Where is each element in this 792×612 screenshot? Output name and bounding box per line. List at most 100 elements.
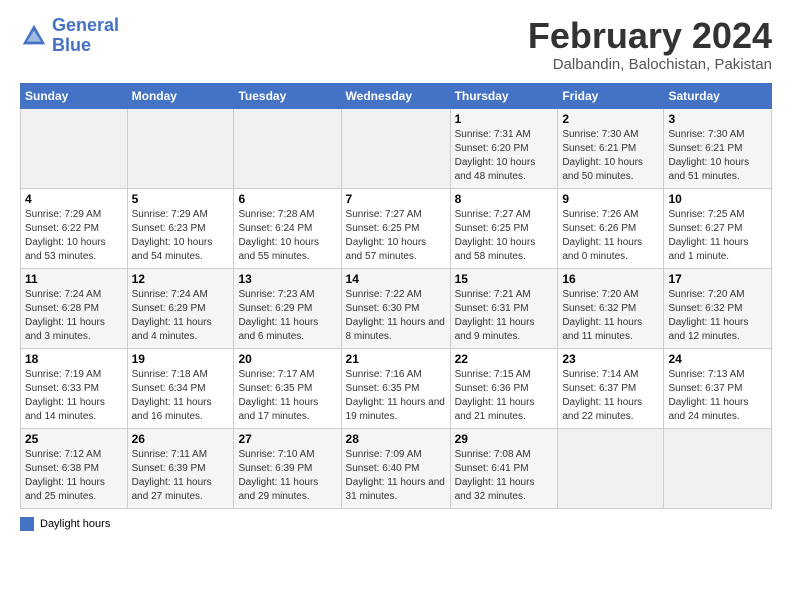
title-block: February 2024 Dalbandin, Balochistan, Pa…	[528, 16, 772, 73]
calendar-cell: 7 Sunrise: 7:27 AMSunset: 6:25 PMDaylight…	[341, 188, 450, 268]
day-info: Sunrise: 7:28 AMSunset: 6:24 PMDaylight:…	[238, 208, 336, 264]
day-info: Sunrise: 7:24 AMSunset: 6:29 PMDaylight:…	[132, 288, 230, 344]
day-info: Sunrise: 7:15 AMSunset: 6:36 PMDaylight:…	[455, 368, 554, 424]
calendar-cell: 12 Sunrise: 7:24 AMSunset: 6:29 PMDayligh…	[127, 268, 234, 348]
day-number: 14	[346, 272, 446, 286]
day-number: 25	[25, 432, 123, 446]
day-info: Sunrise: 7:29 AMSunset: 6:22 PMDaylight:…	[25, 208, 123, 264]
logo-icon	[20, 22, 48, 50]
calendar-cell	[558, 428, 664, 508]
day-number: 21	[346, 352, 446, 366]
day-info: Sunrise: 7:25 AMSunset: 6:27 PMDaylight:…	[668, 208, 767, 264]
calendar-cell: 4 Sunrise: 7:29 AMSunset: 6:22 PMDaylight…	[21, 188, 128, 268]
day-number: 24	[668, 352, 767, 366]
day-info: Sunrise: 7:23 AMSunset: 6:29 PMDaylight:…	[238, 288, 336, 344]
logo-text: General Blue	[52, 16, 119, 56]
calendar-header-row: SundayMondayTuesdayWednesdayThursdayFrid…	[21, 83, 772, 108]
calendar-cell: 29 Sunrise: 7:08 AMSunset: 6:41 PMDayligh…	[450, 428, 558, 508]
calendar-cell: 20 Sunrise: 7:17 AMSunset: 6:35 PMDayligh…	[234, 348, 341, 428]
calendar-day-header: Friday	[558, 83, 664, 108]
day-number: 10	[668, 192, 767, 206]
day-info: Sunrise: 7:10 AMSunset: 6:39 PMDaylight:…	[238, 448, 336, 504]
day-number: 11	[25, 272, 123, 286]
calendar-cell: 18Sunrise: 7:19 AMSunset: 6:33 PMDayligh…	[21, 348, 128, 428]
logo-blue: Blue	[52, 35, 91, 55]
day-info: Sunrise: 7:17 AMSunset: 6:35 PMDaylight:…	[238, 368, 336, 424]
legend-color-box	[20, 517, 34, 531]
day-info: Sunrise: 7:18 AMSunset: 6:34 PMDaylight:…	[132, 368, 230, 424]
calendar-cell: 25Sunrise: 7:12 AMSunset: 6:38 PMDayligh…	[21, 428, 128, 508]
page-header: General Blue February 2024 Dalbandin, Ba…	[20, 16, 772, 73]
calendar-cell: 6 Sunrise: 7:28 AMSunset: 6:24 PMDaylight…	[234, 188, 341, 268]
day-info: Sunrise: 7:20 AMSunset: 6:32 PMDaylight:…	[668, 288, 767, 344]
day-number: 29	[455, 432, 554, 446]
calendar-cell: 21 Sunrise: 7:16 AMSunset: 6:35 PMDayligh…	[341, 348, 450, 428]
day-number: 27	[238, 432, 336, 446]
day-number: 7	[346, 192, 446, 206]
logo-general: General	[52, 15, 119, 35]
day-info: Sunrise: 7:30 AMSunset: 6:21 PMDaylight:…	[562, 128, 659, 184]
day-number: 22	[455, 352, 554, 366]
day-number: 15	[455, 272, 554, 286]
calendar-cell	[341, 108, 450, 188]
day-number: 28	[346, 432, 446, 446]
calendar-cell: 28 Sunrise: 7:09 AMSunset: 6:40 PMDayligh…	[341, 428, 450, 508]
day-info: Sunrise: 7:16 AMSunset: 6:35 PMDaylight:…	[346, 368, 446, 424]
calendar-cell: 14 Sunrise: 7:22 AMSunset: 6:30 PMDayligh…	[341, 268, 450, 348]
day-number: 6	[238, 192, 336, 206]
day-info: Sunrise: 7:22 AMSunset: 6:30 PMDaylight:…	[346, 288, 446, 344]
calendar-cell: 16 Sunrise: 7:20 AMSunset: 6:32 PMDayligh…	[558, 268, 664, 348]
calendar-day-header: Sunday	[21, 83, 128, 108]
calendar-cell: 2 Sunrise: 7:30 AMSunset: 6:21 PMDaylight…	[558, 108, 664, 188]
day-number: 3	[668, 112, 767, 126]
day-number: 12	[132, 272, 230, 286]
day-info: Sunrise: 7:20 AMSunset: 6:32 PMDaylight:…	[562, 288, 659, 344]
day-info: Sunrise: 7:26 AMSunset: 6:26 PMDaylight:…	[562, 208, 659, 264]
day-number: 19	[132, 352, 230, 366]
calendar-cell: 22 Sunrise: 7:15 AMSunset: 6:36 PMDayligh…	[450, 348, 558, 428]
day-info: Sunrise: 7:31 AMSunset: 6:20 PMDaylight:…	[455, 128, 554, 184]
calendar-cell	[127, 108, 234, 188]
calendar-cell: 3 Sunrise: 7:30 AMSunset: 6:21 PMDaylight…	[664, 108, 772, 188]
calendar-week-row: 25Sunrise: 7:12 AMSunset: 6:38 PMDayligh…	[21, 428, 772, 508]
day-info: Sunrise: 7:30 AMSunset: 6:21 PMDaylight:…	[668, 128, 767, 184]
calendar-cell: 23Sunrise: 7:14 AMSunset: 6:37 PMDayligh…	[558, 348, 664, 428]
day-info: Sunrise: 7:13 AMSunset: 6:37 PMDaylight:…	[668, 368, 767, 424]
day-info: Sunrise: 7:21 AMSunset: 6:31 PMDaylight:…	[455, 288, 554, 344]
legend-label: Daylight hours	[40, 518, 110, 530]
calendar-day-header: Saturday	[664, 83, 772, 108]
calendar-day-header: Tuesday	[234, 83, 341, 108]
calendar-cell	[664, 428, 772, 508]
calendar-cell	[234, 108, 341, 188]
day-number: 8	[455, 192, 554, 206]
calendar-cell: 9 Sunrise: 7:26 AMSunset: 6:26 PMDaylight…	[558, 188, 664, 268]
day-info: Sunrise: 7:08 AMSunset: 6:41 PMDaylight:…	[455, 448, 554, 504]
day-info: Sunrise: 7:24 AMSunset: 6:28 PMDaylight:…	[25, 288, 123, 344]
location: Dalbandin, Balochistan, Pakistan	[528, 56, 772, 73]
calendar-cell: 26Sunrise: 7:11 AMSunset: 6:39 PMDayligh…	[127, 428, 234, 508]
day-number: 9	[562, 192, 659, 206]
calendar-cell: 5Sunrise: 7:29 AMSunset: 6:23 PMDaylight…	[127, 188, 234, 268]
calendar-cell: 8Sunrise: 7:27 AMSunset: 6:25 PMDaylight…	[450, 188, 558, 268]
calendar-cell: 24 Sunrise: 7:13 AMSunset: 6:37 PMDayligh…	[664, 348, 772, 428]
calendar-table: SundayMondayTuesdayWednesdayThursdayFrid…	[20, 83, 772, 509]
day-info: Sunrise: 7:29 AMSunset: 6:23 PMDaylight:…	[132, 208, 230, 264]
calendar-cell: 17 Sunrise: 7:20 AMSunset: 6:32 PMDayligh…	[664, 268, 772, 348]
day-info: Sunrise: 7:27 AMSunset: 6:25 PMDaylight:…	[346, 208, 446, 264]
logo: General Blue	[20, 16, 119, 56]
calendar-cell: 13Sunrise: 7:23 AMSunset: 6:29 PMDayligh…	[234, 268, 341, 348]
calendar-cell: 10 Sunrise: 7:25 AMSunset: 6:27 PMDayligh…	[664, 188, 772, 268]
day-number: 2	[562, 112, 659, 126]
day-info: Sunrise: 7:09 AMSunset: 6:40 PMDaylight:…	[346, 448, 446, 504]
day-number: 4	[25, 192, 123, 206]
calendar-week-row: 18Sunrise: 7:19 AMSunset: 6:33 PMDayligh…	[21, 348, 772, 428]
day-number: 20	[238, 352, 336, 366]
calendar-week-row: 4 Sunrise: 7:29 AMSunset: 6:22 PMDaylight…	[21, 188, 772, 268]
day-number: 17	[668, 272, 767, 286]
day-number: 18	[25, 352, 123, 366]
day-info: Sunrise: 7:11 AMSunset: 6:39 PMDaylight:…	[132, 448, 230, 504]
calendar-week-row: 11 Sunrise: 7:24 AMSunset: 6:28 PMDayligh…	[21, 268, 772, 348]
day-number: 16	[562, 272, 659, 286]
calendar-day-header: Wednesday	[341, 83, 450, 108]
calendar-cell: 11 Sunrise: 7:24 AMSunset: 6:28 PMDayligh…	[21, 268, 128, 348]
